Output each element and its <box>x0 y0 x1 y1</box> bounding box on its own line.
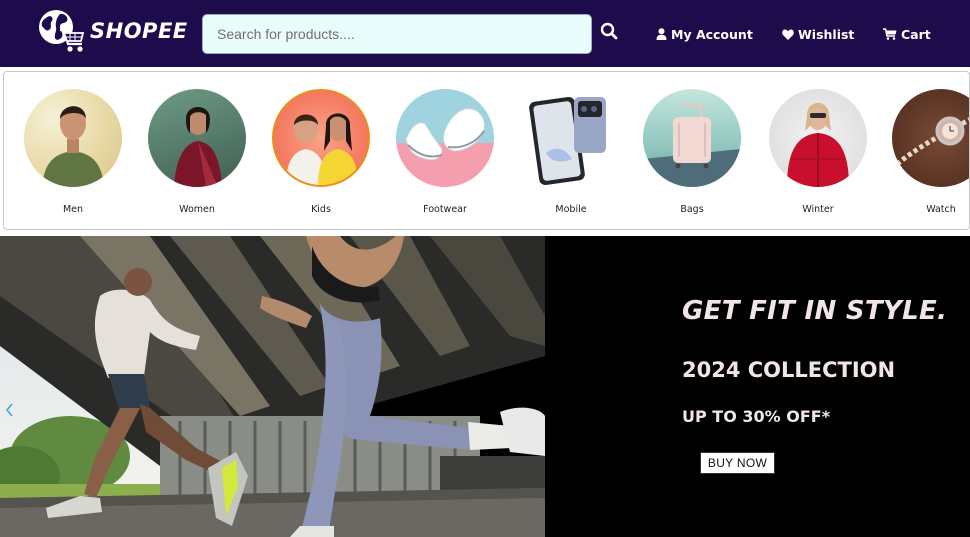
search-input[interactable] <box>202 14 592 54</box>
promo-collection: 2024 COLLECTION <box>682 358 896 382</box>
category-footwear-image <box>396 89 494 187</box>
my-account-link[interactable]: My Account <box>656 25 753 43</box>
category-winter[interactable]: Winter <box>768 89 868 215</box>
globe-cart-icon <box>36 8 86 54</box>
category-women-label: Women <box>179 204 215 215</box>
promo-headline: GET FIT IN STYLE. <box>682 296 948 326</box>
heart-icon <box>782 29 794 40</box>
cart-label: Cart <box>901 26 931 42</box>
wishlist-label: Wishlist <box>798 26 855 42</box>
hero-photo <box>0 236 545 537</box>
hero-banner: GET FIT IN STYLE. 2024 COLLECTION UP TO … <box>0 236 970 537</box>
category-watch-label: Watch <box>926 204 956 215</box>
brand-logo[interactable]: SHOPEE <box>36 8 188 54</box>
category-kids-label: Kids <box>311 204 331 215</box>
category-watch[interactable]: Watch <box>891 89 969 215</box>
cart-link[interactable]: Cart <box>883 25 931 43</box>
category-women-image <box>148 89 246 187</box>
category-winter-label: Winter <box>802 204 834 215</box>
category-kids-image <box>272 89 370 187</box>
category-men-image <box>24 89 122 187</box>
category-men[interactable]: Men <box>23 89 123 215</box>
brand-name: SHOPEE <box>90 19 188 43</box>
cart-icon <box>883 28 897 40</box>
category-bags-image <box>643 89 741 187</box>
category-kids[interactable]: Kids <box>271 89 371 215</box>
chevron-left-icon <box>5 403 13 417</box>
category-footwear[interactable]: Footwear <box>395 89 495 215</box>
category-winter-image <box>769 89 867 187</box>
category-bags-label: Bags <box>680 204 704 215</box>
search-icon <box>600 22 618 40</box>
banner-prev-button[interactable] <box>3 400 15 420</box>
my-account-label: My Account <box>671 26 753 42</box>
category-mobile[interactable]: Mobile <box>521 89 621 215</box>
category-footwear-label: Footwear <box>423 204 467 215</box>
site-header: SHOPEE My Account Wishlist Cart <box>0 0 970 67</box>
category-men-label: Men <box>62 204 84 215</box>
category-mobile-image <box>522 89 620 187</box>
promo-offer: UP TO 30% OFF* <box>682 407 831 426</box>
user-icon <box>656 28 667 40</box>
category-watch-image <box>892 89 969 187</box>
category-women[interactable]: Women <box>147 89 247 215</box>
search-button[interactable] <box>600 22 622 44</box>
buy-now-button[interactable]: BUY NOW <box>700 452 775 474</box>
wishlist-link[interactable]: Wishlist <box>782 25 854 43</box>
category-strip: Men Women Kids Footwear Mobile Bags Wint… <box>3 71 970 230</box>
category-bags[interactable]: Bags <box>642 89 742 215</box>
category-mobile-label: Mobile <box>555 204 587 215</box>
